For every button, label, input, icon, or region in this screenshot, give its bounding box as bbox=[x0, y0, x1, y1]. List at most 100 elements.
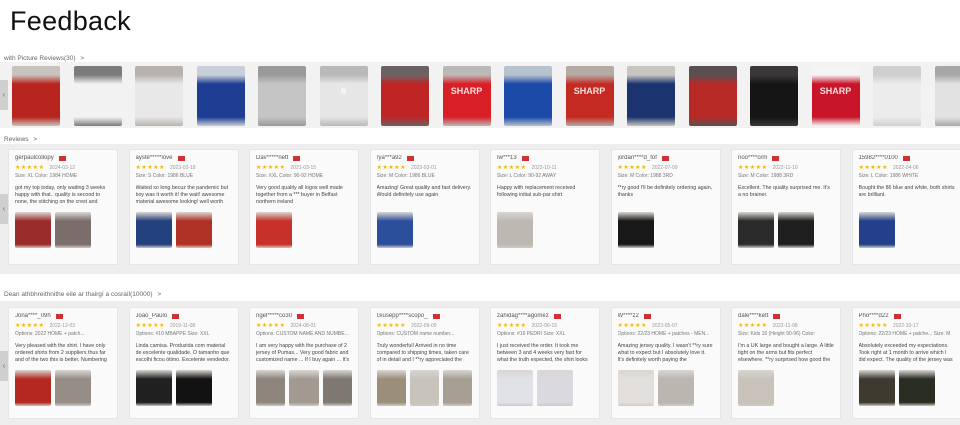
review-options: Size: XXL Color: 90-92 HOME bbox=[256, 173, 324, 179]
review-thumbs bbox=[738, 370, 834, 406]
star-icon: ★ bbox=[279, 165, 286, 171]
reviewer-name: rya***a92 bbox=[376, 155, 402, 161]
review-thumbnail[interactable] bbox=[256, 212, 292, 248]
review-thumbnail[interactable] bbox=[175, 370, 212, 406]
review-date: 2022-11-10 bbox=[772, 164, 798, 171]
review-thumbnail[interactable] bbox=[175, 212, 212, 248]
review-text: Bought the 86 blue and white, both shirt… bbox=[858, 185, 955, 198]
review-text: I just received the order. It took me be… bbox=[497, 343, 588, 363]
review-thumbnail[interactable] bbox=[376, 212, 413, 248]
review-photo[interactable] bbox=[381, 66, 429, 126]
reviewer-name: Giusepp****scopo_ bbox=[376, 313, 428, 319]
review-photo[interactable] bbox=[627, 66, 675, 126]
review-thumbnail[interactable] bbox=[55, 212, 91, 248]
chevron-left-icon[interactable]: ‹ bbox=[0, 80, 8, 110]
review-date: 2023-03-18 bbox=[169, 164, 196, 171]
review-text: Truly wonderful! Arrived in no time comp… bbox=[376, 343, 469, 363]
review-thumbnail[interactable] bbox=[617, 212, 654, 248]
chevron-left-icon[interactable]: ‹ bbox=[0, 194, 8, 224]
review-text: **ry good I'll be definitely ordering ag… bbox=[617, 185, 713, 198]
review-thumbnail[interactable] bbox=[778, 212, 814, 248]
star-icon: ★ bbox=[761, 323, 768, 329]
review-date: 2023-05-07 bbox=[651, 322, 678, 329]
review-card: Joao_Paulo ★ ★ ★ ★ ★ 2019-11-08 Options: #10 MB… bbox=[128, 307, 239, 419]
country-flag-icon bbox=[521, 155, 529, 161]
review-photo[interactable] bbox=[12, 66, 60, 126]
review-photo[interactable] bbox=[504, 66, 552, 126]
review-header: ngel*****co30 bbox=[256, 313, 352, 319]
review-photo[interactable] bbox=[196, 66, 245, 126]
review-photo[interactable] bbox=[688, 66, 737, 126]
review-thumbnail[interactable] bbox=[55, 370, 91, 406]
reviewer-name: Iw***13 bbox=[497, 155, 517, 161]
review-thumbnail[interactable] bbox=[289, 370, 319, 406]
review-date: 2023-10-11 bbox=[531, 164, 557, 171]
review-thumbnail[interactable] bbox=[738, 212, 774, 248]
review-thumbs bbox=[376, 212, 473, 248]
review-thumbnail[interactable] bbox=[376, 370, 406, 406]
rating-stars: ★ ★ ★ ★ ★ 2023-03-01 bbox=[377, 164, 473, 172]
review-text: Amazing! Great quality and fast delivery… bbox=[376, 185, 472, 198]
review-options: Options: 22/23 HOME + patche... Size: M bbox=[858, 331, 951, 337]
review-thumbnail[interactable] bbox=[322, 370, 352, 406]
review-thumbnail[interactable] bbox=[443, 370, 473, 406]
review-photo[interactable]: SHARP bbox=[442, 66, 491, 126]
star-icon: ★ bbox=[761, 165, 768, 171]
review-thumbnail[interactable] bbox=[135, 370, 172, 406]
rating-stars: ★ ★ ★ ★ ★ 2019-11-08 bbox=[136, 322, 232, 330]
rating-stars: ★ ★ ★ ★ ★ 2022-11-10 bbox=[738, 164, 834, 172]
review-thumbnail[interactable] bbox=[617, 370, 654, 406]
review-options: Size: M Color: 1986 BLUE bbox=[376, 173, 435, 179]
review-header: Joao_Paulo bbox=[136, 313, 232, 319]
review-text: Linda camisa. Produzida com material de … bbox=[135, 343, 231, 363]
star-icon: ★ bbox=[279, 323, 286, 329]
review-photo[interactable] bbox=[934, 66, 960, 126]
reviewer-name: noo****o/m bbox=[738, 155, 768, 161]
review-date: 2023-03-01 bbox=[410, 164, 437, 171]
review-header: 15982****0100 bbox=[859, 155, 955, 161]
review-photo[interactable] bbox=[873, 66, 921, 126]
review-thumbnail[interactable] bbox=[497, 212, 533, 248]
review-options: Size: S Color: 1986 BLUE bbox=[135, 173, 194, 179]
review-thumbnail[interactable] bbox=[135, 212, 172, 248]
review-options: Options: 22/23 HOME + patches - MEN... bbox=[617, 331, 710, 337]
reviewer-name: ngel*****co30 bbox=[256, 313, 293, 319]
picture-reviews-link[interactable]: with Picture Reviews(30) > bbox=[4, 55, 84, 62]
rating-stars: ★ ★ ★ ★ ★ 2022-07-09 bbox=[618, 164, 714, 172]
review-photo[interactable] bbox=[258, 66, 306, 126]
review-photo[interactable] bbox=[135, 66, 183, 126]
photo-mark: 6 bbox=[340, 86, 347, 97]
reviewer-name: dale****kett bbox=[738, 313, 769, 319]
review-thumbs bbox=[135, 212, 232, 248]
review-photo[interactable] bbox=[73, 66, 122, 126]
review-photo[interactable]: 6 bbox=[319, 66, 368, 126]
review-card: 15982****0100 ★ ★ ★ ★ ★ 2022-04-06 Size: L Colo… bbox=[851, 149, 960, 265]
review-card: rya***a92 ★ ★ ★ ★ ★ 2023-03-01 Size: M Color: 1… bbox=[369, 149, 480, 265]
review-thumbnail[interactable] bbox=[537, 370, 573, 406]
review-options: Size: L Color: 1986 WHITE bbox=[858, 173, 919, 179]
review-thumbnail[interactable] bbox=[256, 370, 286, 406]
review-thumbnail[interactable] bbox=[858, 370, 895, 406]
review-thumbnail[interactable] bbox=[409, 370, 440, 406]
review-thumbnail[interactable] bbox=[497, 370, 533, 406]
review-header: Jona****_09h bbox=[15, 313, 111, 319]
review-thumbnail[interactable] bbox=[15, 370, 51, 406]
star-icon: ★ bbox=[38, 323, 45, 329]
review-photo[interactable]: SHARP bbox=[565, 66, 614, 126]
review-thumbnail[interactable] bbox=[738, 370, 774, 406]
review-options: Size: M Color: 1988 3RD bbox=[617, 173, 673, 179]
review-thumbs bbox=[617, 212, 714, 248]
reviewer-name: W****z2 bbox=[617, 313, 639, 319]
review-thumbnail[interactable] bbox=[898, 370, 935, 406]
review-header: jordan****d_fof bbox=[618, 155, 714, 161]
reviews-link[interactable]: Reviews > bbox=[4, 136, 37, 143]
other-reviews-link[interactable]: Dean athbhreithnithe eile ar thairgí a c… bbox=[4, 291, 161, 298]
chevron-left-icon[interactable]: ‹ bbox=[0, 351, 8, 381]
review-options: Size: M Color: 1988 3RD bbox=[738, 173, 794, 179]
review-thumbnail[interactable] bbox=[858, 212, 895, 248]
review-thumbnail[interactable] bbox=[657, 370, 694, 406]
review-photo[interactable]: SHARP bbox=[811, 66, 860, 126]
review-card: ngel*****co30 ★ ★ ★ ★ ★ 2024-08-01 Options: CUS… bbox=[249, 307, 359, 419]
review-photo[interactable] bbox=[750, 66, 798, 126]
review-thumbnail[interactable] bbox=[15, 212, 51, 248]
